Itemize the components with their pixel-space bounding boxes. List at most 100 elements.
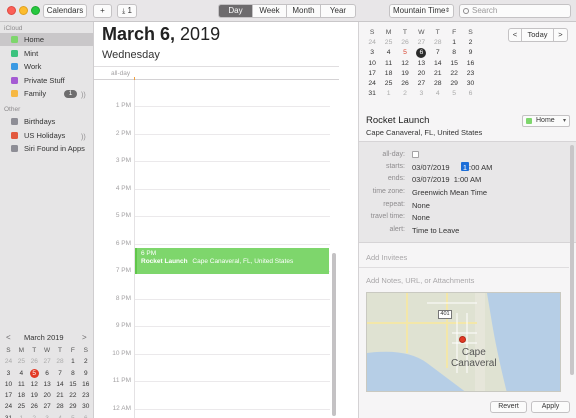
checkbox-icon[interactable] [11, 49, 18, 57]
calendar-day[interactable]: 17 [364, 69, 380, 79]
calendar-day[interactable]: 25 [380, 38, 396, 48]
sidebar-item-birthdays[interactable]: Birthdays [0, 115, 93, 128]
calendar-day[interactable]: 30 [462, 79, 478, 89]
revert-button[interactable]: Revert [490, 401, 527, 413]
calendar-day[interactable]: 3 [41, 413, 54, 418]
calendar-day[interactable]: 4 [15, 368, 28, 379]
calendar-day[interactable]: 22 [66, 390, 79, 401]
inspector-scrollbar[interactable] [570, 145, 574, 375]
calendar-day[interactable]: 27 [413, 79, 429, 89]
calendar-day[interactable]: 6 [416, 48, 427, 59]
calendar-day[interactable]: 13 [41, 379, 54, 390]
detail-event-title[interactable]: Rocket Launch [366, 115, 429, 126]
tab-year[interactable]: Year [321, 5, 355, 17]
calendar-day[interactable]: 2 [462, 38, 478, 48]
calendar-day[interactable]: 2 [28, 413, 41, 418]
apply-button[interactable]: Apply [531, 401, 570, 413]
sidebar-item-mint[interactable]: Mint [0, 47, 93, 60]
calendar-day[interactable]: 26 [397, 79, 413, 89]
calendar-day[interactable]: 3 [364, 48, 380, 58]
calendar-day[interactable]: 25 [380, 79, 396, 89]
calendar-day[interactable]: 15 [446, 59, 462, 69]
checkbox-icon[interactable] [11, 63, 18, 70]
checkbox-icon[interactable] [11, 118, 18, 125]
checkbox-icon[interactable] [11, 36, 18, 43]
calendar-day[interactable]: 10 [2, 379, 15, 390]
calendar-day[interactable]: 18 [380, 69, 396, 79]
all-day-row[interactable]: all-day [94, 66, 339, 81]
calendar-day[interactable]: 28 [430, 38, 446, 48]
add-event-button[interactable]: + [93, 4, 112, 18]
calendar-day[interactable]: 24 [2, 356, 15, 367]
calendar-day[interactable]: 2 [79, 356, 92, 367]
calendar-day[interactable]: 14 [54, 379, 67, 390]
calendar-day[interactable]: 5 [446, 89, 462, 99]
add-invitees-field[interactable]: Add Invitees [366, 253, 407, 262]
starts-date-field[interactable]: 03/07/2019 [412, 163, 450, 172]
detail-event-location[interactable]: Cape Canaveral, FL, United States [366, 128, 482, 137]
all-day-checkbox[interactable] [412, 151, 419, 158]
calendar-day[interactable]: 27 [413, 38, 429, 48]
calendar-day[interactable]: 29 [66, 401, 79, 412]
tab-day[interactable]: Day [219, 5, 253, 17]
calendar-day[interactable]: 27 [41, 356, 54, 367]
tab-week[interactable]: Week [253, 5, 287, 17]
calendar-day[interactable]: 28 [54, 356, 67, 367]
calendar-day[interactable]: 6 [41, 368, 54, 379]
sidebar-item-home[interactable]: Home [0, 33, 93, 46]
calendar-day[interactable]: 1 [446, 38, 462, 48]
calendar-day[interactable]: 26 [397, 38, 413, 48]
calendars-button[interactable]: Calendars [43, 4, 87, 18]
calendar-day[interactable]: 26 [28, 401, 41, 412]
checkbox-icon[interactable] [11, 145, 18, 152]
calendar-day[interactable]: 4 [54, 413, 67, 418]
calendar-day[interactable]: 25 [15, 401, 28, 412]
calendar-day[interactable]: 21 [54, 390, 67, 401]
calendar-day[interactable]: 15 [66, 379, 79, 390]
calendar-day[interactable]: 16 [462, 59, 478, 69]
mini-prev-month-button[interactable]: < [6, 333, 11, 342]
sidebar-item-siri-found[interactable]: Siri Found in Apps [0, 142, 93, 155]
calendar-day[interactable]: 11 [380, 59, 396, 69]
calendar-day[interactable]: 3 [413, 89, 429, 99]
calendar-day[interactable]: 24 [2, 401, 15, 412]
ends-field[interactable]: 03/07/2019 1:00 AM [412, 175, 481, 184]
calendar-day[interactable]: 14 [430, 59, 446, 69]
checkbox-icon[interactable] [11, 131, 18, 139]
repeat-field[interactable]: None [412, 201, 430, 210]
calendar-day[interactable]: 31 [2, 413, 15, 418]
calendar-day[interactable]: 23 [462, 69, 478, 79]
calendar-day[interactable]: 4 [430, 89, 446, 99]
close-window-button[interactable] [7, 6, 16, 15]
map-pin-icon[interactable] [459, 336, 466, 343]
calendar-day[interactable]: 8 [66, 368, 79, 379]
sidebar-item-family[interactable]: Family 1 )) [0, 87, 93, 100]
calendar-day[interactable]: 23 [79, 390, 92, 401]
calendar-day[interactable]: 19 [397, 69, 413, 79]
tab-month[interactable]: Month [287, 5, 321, 17]
starts-time-rest[interactable]: :00 AM [469, 163, 492, 172]
calendar-day[interactable]: 28 [430, 79, 446, 89]
day-view-scrollbar[interactable] [332, 253, 336, 416]
calendar-day[interactable]: 2 [397, 89, 413, 99]
calendar-day[interactable]: 7 [54, 368, 67, 379]
calendar-day[interactable]: 16 [79, 379, 92, 390]
calendar-day[interactable]: 1 [66, 356, 79, 367]
prev-day-button[interactable]: < [509, 29, 522, 41]
calendar-day[interactable]: 5 [66, 413, 79, 418]
calendar-day[interactable]: 9 [462, 48, 478, 58]
checkbox-icon[interactable] [11, 76, 18, 84]
minimize-window-button[interactable] [19, 6, 28, 15]
calendar-day[interactable]: 1 [15, 413, 28, 418]
calendar-day[interactable]: 6 [462, 89, 478, 99]
calendar-day[interactable]: 12 [28, 379, 41, 390]
alert-field[interactable]: Time to Leave [412, 226, 459, 235]
calendar-day[interactable]: 5 [29, 368, 39, 378]
inbox-button[interactable]: ⤓ 1 [117, 4, 137, 18]
calendar-day[interactable]: 25 [15, 356, 28, 367]
timezone-popup[interactable]: Mountain Time ⇕ [389, 4, 454, 18]
calendar-day[interactable]: 4 [380, 48, 396, 58]
calendar-day[interactable]: 17 [2, 390, 15, 401]
add-notes-field[interactable]: Add Notes, URL, or Attachments [366, 276, 474, 285]
calendar-day[interactable]: 20 [413, 69, 429, 79]
